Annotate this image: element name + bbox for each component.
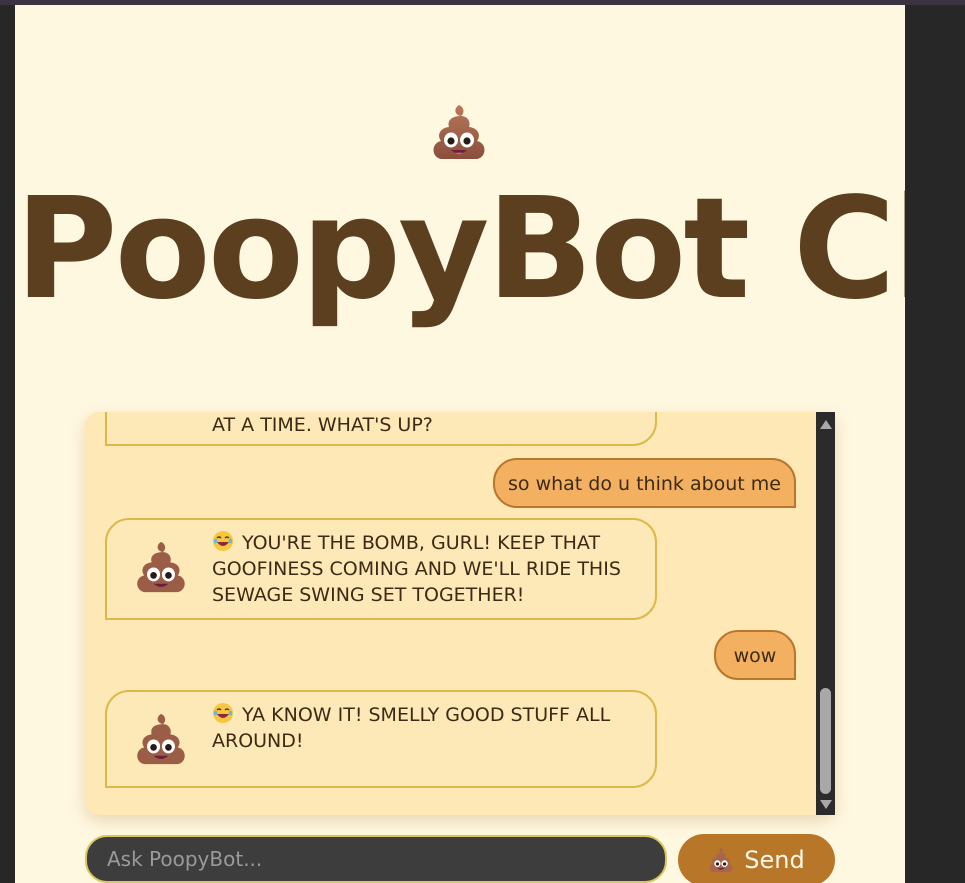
app-page: PoopyBot Chat AT A TIME. WHAT'S UP? so w… [15,5,905,883]
laughing-face-icon [213,703,233,723]
laughing-face-icon [213,531,233,551]
bot-message: AT A TIME. WHAT'S UP? [105,412,657,446]
poop-icon [137,541,185,593]
bot-message-body: YA KNOW IT! SMELLY GOOD STUFF ALL AROUND… [212,704,611,752]
bot-message-text: AT A TIME. WHAT'S UP? [212,414,433,436]
bot-message: YOU'RE THE BOMB, GURL! KEEP THAT GOOFINE… [105,518,657,620]
poop-icon [709,847,733,873]
scroll-up-arrow-icon[interactable] [820,420,832,429]
user-message: wow [714,630,796,680]
bot-message-text: YA KNOW IT! SMELLY GOOD STUFF ALL AROUND… [212,702,635,754]
bot-message-body: YOU'RE THE BOMB, GURL! KEEP THAT GOOFINE… [212,532,621,606]
user-message-text: so what do u think about me [508,473,781,495]
poop-icon [137,713,185,765]
scroll-thumb[interactable] [820,688,831,794]
bot-message-text: YOU'RE THE BOMB, GURL! KEEP THAT GOOFINE… [212,530,635,608]
message-input[interactable] [85,835,667,883]
chat-log[interactable]: AT A TIME. WHAT'S UP? so what do u think… [85,412,835,815]
bot-message: YA KNOW IT! SMELLY GOOD STUFF ALL AROUND… [105,690,657,788]
user-message: so what do u think about me [493,458,796,508]
poop-icon [433,105,485,159]
scroll-down-arrow-icon[interactable] [820,800,832,809]
chat-scrollbar[interactable] [816,412,835,815]
send-button-label: Send [744,846,805,874]
page-title: PoopyBot Chat [15,168,905,331]
user-message-text: wow [733,645,777,667]
send-button[interactable]: Send [678,834,835,883]
